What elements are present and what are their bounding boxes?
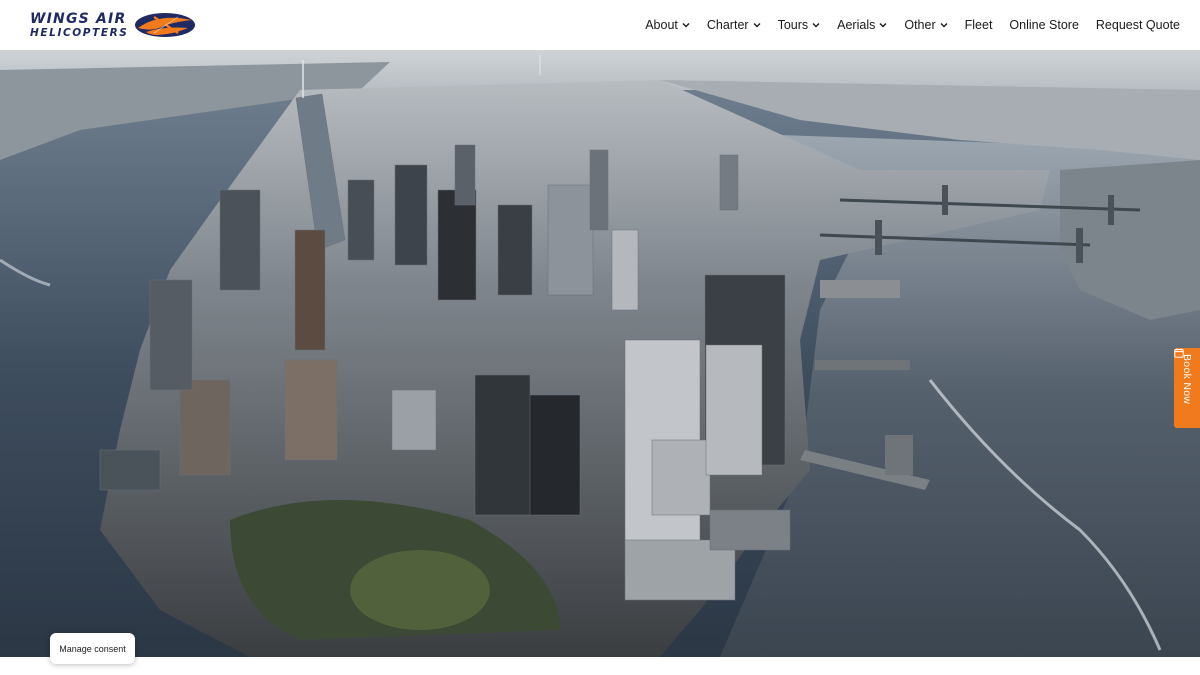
nav-item-label: Request Quote: [1095, 18, 1180, 32]
nav-item-label: Fleet: [964, 18, 993, 32]
chevron-down-icon: [682, 23, 690, 28]
logo-wordmark: WINGS AIR HELICOPTERS: [30, 12, 128, 39]
chevron-down-icon: [879, 23, 887, 28]
book-now-tab[interactable]: Book Now: [1174, 348, 1200, 428]
logo-line-1: WINGS AIR: [30, 10, 127, 27]
nav-item-online-store[interactable]: Online Store: [1009, 18, 1078, 32]
nav-item-label: Charter: [706, 18, 749, 32]
brand-logo[interactable]: WINGS AIR HELICOPTERS: [30, 5, 196, 45]
nav-item-label: Other: [904, 18, 936, 32]
nav-item-other[interactable]: Other: [904, 18, 948, 32]
hero-aerial-image: [0, 50, 1200, 657]
nav-item-fleet[interactable]: Fleet: [965, 18, 993, 32]
logo-line-2: HELICOPTERS: [30, 26, 129, 39]
nav-item-charter[interactable]: Charter: [707, 18, 761, 32]
nav-item-about[interactable]: About: [645, 18, 690, 32]
helicopter-logo-icon: [135, 13, 196, 37]
main-nav: About Charter Tours Aerials Other Fleet Online…: [645, 18, 1180, 32]
chevron-down-icon: [812, 23, 820, 28]
nav-item-aerials[interactable]: Aerials: [837, 18, 887, 32]
book-now-label: Book Now: [1181, 354, 1193, 405]
site-header: WINGS AIR HELICOPTERS About Charter Tours A…: [0, 0, 1200, 50]
nav-item-request-quote[interactable]: Request Quote: [1096, 18, 1180, 32]
page-content-start: [0, 657, 1200, 675]
nav-item-label: Tours: [777, 18, 809, 32]
manage-consent-button[interactable]: Manage consent: [50, 633, 135, 664]
nav-item-label: Aerials: [837, 18, 876, 32]
chevron-down-icon: [940, 23, 948, 28]
nav-item-label: About: [645, 18, 678, 32]
calendar-icon: [1174, 348, 1184, 358]
chevron-down-icon: [753, 23, 761, 28]
nav-item-tours[interactable]: Tours: [778, 18, 821, 32]
hero-banner: Book Now: [0, 50, 1200, 657]
nav-item-label: Online Store: [1009, 18, 1079, 32]
